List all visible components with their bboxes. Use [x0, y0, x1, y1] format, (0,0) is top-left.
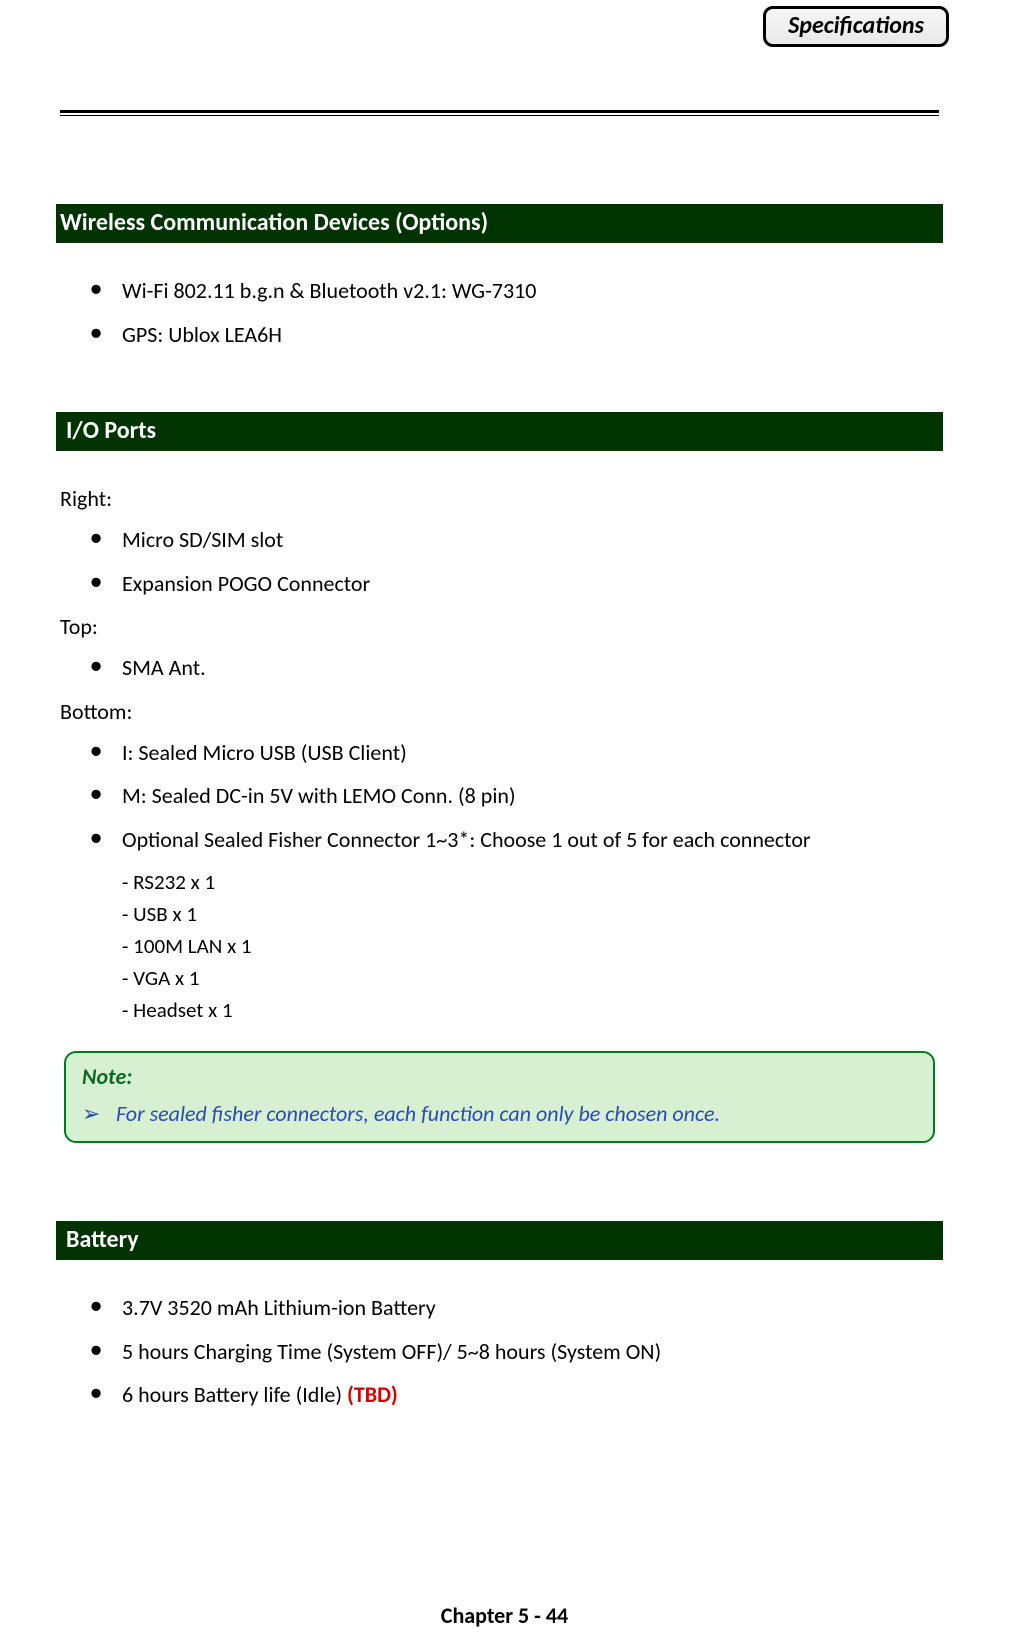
- list-item: 6 hours Battery life (Idle) (TBD): [90, 1381, 939, 1409]
- io-bottom-list: I: Sealed Micro USB (USB Client) M: Seal…: [60, 739, 939, 854]
- battery-idle-text: 6 hours Battery life (Idle): [122, 1381, 347, 1408]
- arrow-icon: ➢: [82, 1100, 100, 1127]
- tbd-flag: (TBD): [347, 1381, 398, 1408]
- section-title-io: I/O Ports: [56, 412, 943, 451]
- section-title-wireless: Wireless Communication Devices (Options): [56, 204, 943, 243]
- list-item: - Headset x 1: [122, 997, 939, 1023]
- list-item: - USB x 1: [122, 901, 939, 927]
- list-item: Optional Sealed Fisher Connector 1~3*: C…: [90, 826, 939, 854]
- battery-list: 3.7V 3520 mAh Lithium-ion Battery 5 hour…: [60, 1294, 939, 1409]
- fisher-options: - RS232 x 1 - USB x 1 - 100M LAN x 1 - V…: [60, 869, 939, 1023]
- io-right-label: Right:: [60, 485, 939, 512]
- note-title: Note:: [82, 1063, 917, 1090]
- note-text-content: For sealed fisher connectors, each funct…: [116, 1100, 720, 1127]
- list-item: - RS232 x 1: [122, 869, 939, 895]
- io-top-list: SMA Ant.: [60, 654, 939, 682]
- list-item: Micro SD/SIM slot: [90, 526, 939, 554]
- list-item: Wi-Fi 802.11 b.g.n & Bluetooth v2.1: WG-…: [90, 277, 939, 305]
- note-text: ➢ For sealed fisher connectors, each fun…: [82, 1100, 917, 1127]
- io-bottom-label: Bottom:: [60, 698, 939, 725]
- header-badge: Specifications: [763, 6, 949, 47]
- list-item: - VGA x 1: [122, 965, 939, 991]
- list-item: I: Sealed Micro USB (USB Client): [90, 739, 939, 767]
- page-footer: Chapter 5 - 44: [0, 1602, 1009, 1629]
- list-item: Expansion POGO Connector: [90, 570, 939, 598]
- wireless-list: Wi-Fi 802.11 b.g.n & Bluetooth v2.1: WG-…: [60, 277, 939, 348]
- list-item: M: Sealed DC-in 5V with LEMO Conn. (8 pi…: [90, 782, 939, 810]
- list-item: GPS: Ublox LEA6H: [90, 321, 939, 349]
- note-box: Note: ➢ For sealed fisher connectors, ea…: [64, 1051, 935, 1143]
- section-title-battery: Battery: [56, 1221, 943, 1260]
- list-item: 3.7V 3520 mAh Lithium-ion Battery: [90, 1294, 939, 1322]
- list-item: 5 hours Charging Time (System OFF)/ 5~8 …: [90, 1338, 939, 1366]
- list-item: - 100M LAN x 1: [122, 933, 939, 959]
- io-right-list: Micro SD/SIM slot Expansion POGO Connect…: [60, 526, 939, 597]
- io-top-label: Top:: [60, 613, 939, 640]
- list-item: SMA Ant.: [90, 654, 939, 682]
